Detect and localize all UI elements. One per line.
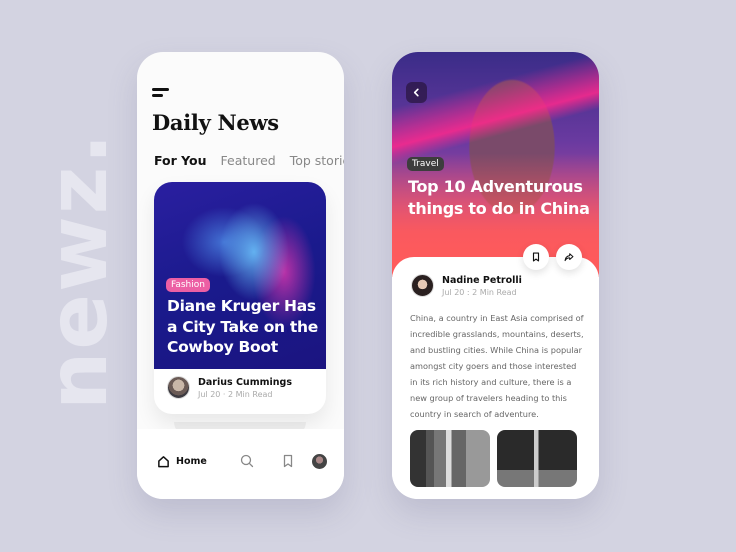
search-icon[interactable] (240, 454, 254, 468)
article-body: China, a country in East Asia comprised … (410, 313, 584, 419)
author-row: Darius Cummings Jul 20 · 2 Min Read (167, 376, 292, 399)
author-row: Nadine Petrolli Jul 20 : 2 Min Read (411, 274, 522, 297)
nav-home[interactable]: Home (157, 455, 207, 468)
gallery-photo-tower[interactable] (497, 430, 577, 487)
nav-home-label: Home (176, 456, 207, 467)
author-name[interactable]: Darius Cummings (198, 377, 292, 388)
featured-article-card[interactable]: Fashion Diane Kruger Has a City Take on … (154, 182, 326, 414)
home-icon (158, 456, 169, 468)
bookmark-icon[interactable] (281, 454, 295, 468)
article-meta: Jul 20 : 2 Min Read (442, 287, 517, 297)
page-title: Daily News (152, 110, 279, 135)
chevron-left-icon (413, 88, 419, 97)
tab-featured[interactable]: Featured (221, 153, 276, 168)
back-button[interactable] (406, 82, 427, 103)
bookmark-icon (532, 252, 540, 262)
avatar[interactable] (411, 274, 434, 297)
feed-screen: Daily News For You Featured Top stories … (137, 52, 344, 499)
tab-for-you[interactable]: For You (154, 153, 207, 168)
gallery-photo-street[interactable] (410, 430, 490, 487)
category-tabs: For You Featured Top stories (154, 153, 344, 168)
share-button[interactable] (556, 244, 582, 270)
article-screen: Travel Top 10 Adventurous things to do i… (392, 52, 599, 499)
article-meta: Jul 20 · 2 Min Read (198, 389, 273, 399)
brand-wordmark: newz. (31, 131, 126, 410)
author-name[interactable]: Nadine Petrolli (442, 275, 522, 286)
article-title: Top 10 Adventurous things to do in China (408, 177, 590, 218)
share-icon (564, 253, 574, 262)
bookmark-button[interactable] (523, 244, 549, 270)
profile-avatar[interactable] (312, 454, 327, 469)
tab-top-stories[interactable]: Top stories (290, 153, 344, 168)
avatar[interactable] (167, 376, 190, 399)
bottom-nav: Home (137, 429, 344, 499)
menu-icon[interactable] (152, 88, 172, 98)
category-tag[interactable]: Fashion (166, 278, 210, 292)
category-tag[interactable]: Travel (407, 157, 444, 171)
article-title[interactable]: Diane Kruger Has a City Take on the Cowb… (167, 296, 322, 358)
